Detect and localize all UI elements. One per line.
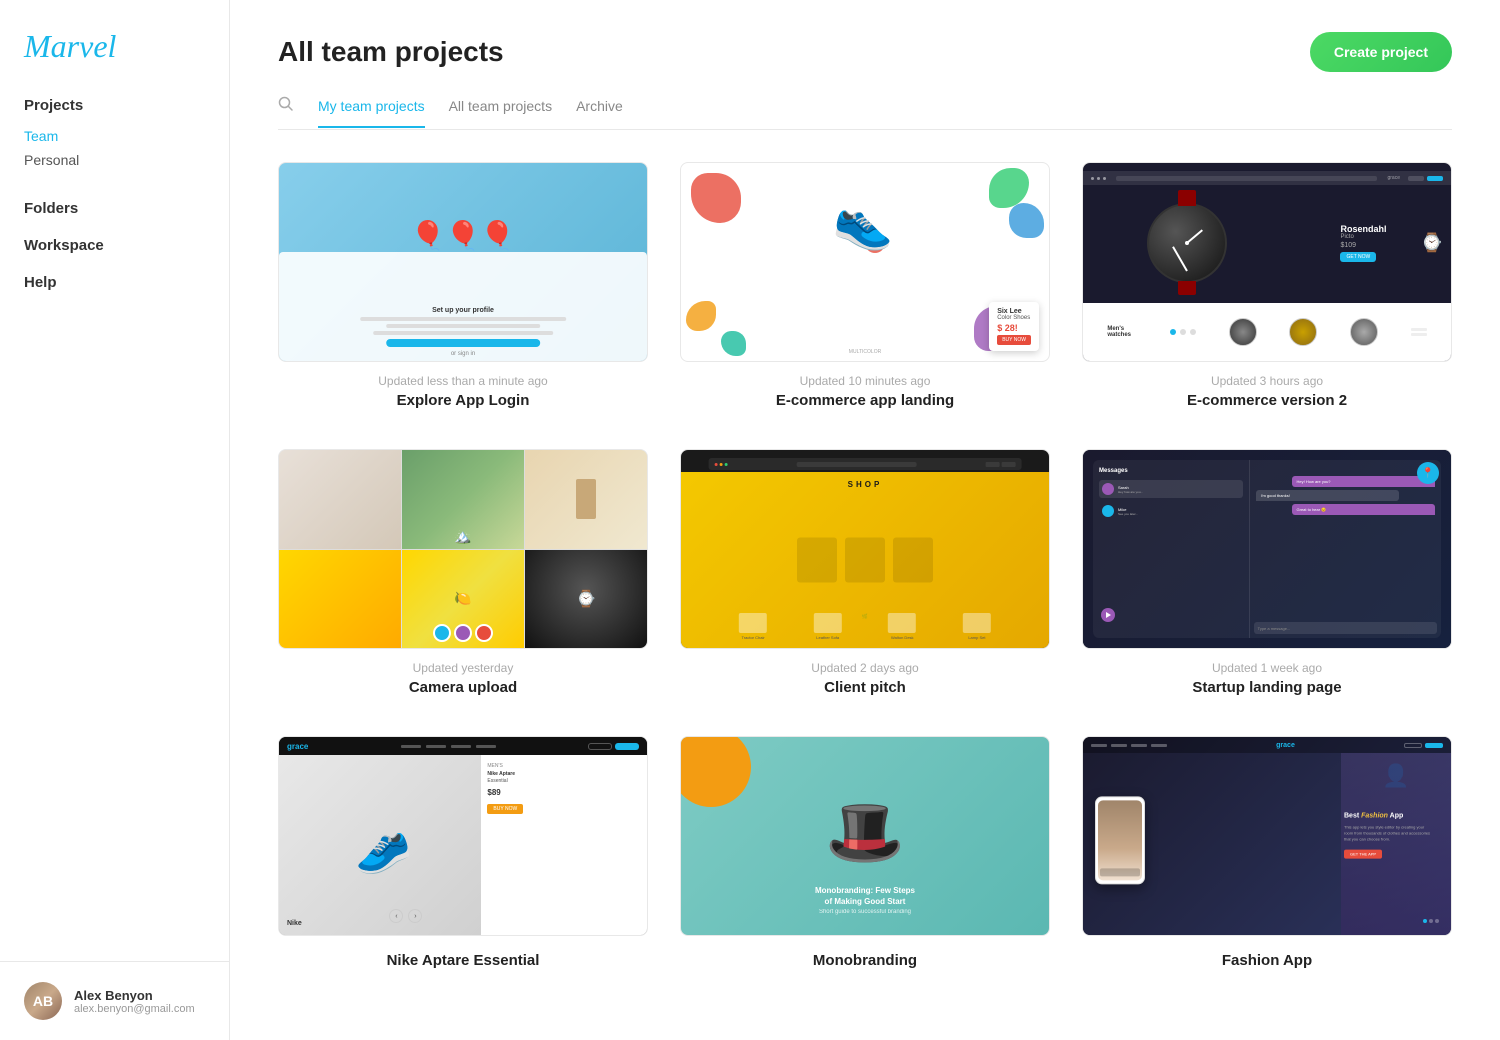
projects-grid: 🎈🎈🎈 Set up your profile or sign in Updat…	[278, 162, 1452, 969]
project-thumbnail: 🎩 Monobranding: Few Stepsof Making Good …	[680, 736, 1050, 936]
project-thumbnail: SHOP Tractor Chair Leather Sofa	[680, 449, 1050, 649]
logo[interactable]: Marvel	[0, 0, 229, 97]
project-updated: Updated 3 hours ago	[1082, 374, 1452, 388]
project-updated: Updated 2 days ago	[680, 661, 1050, 675]
project-card[interactable]: grace Best Fashion App This app lets you…	[1082, 736, 1452, 969]
project-name: Startup landing page	[1082, 679, 1452, 696]
avatar: AB	[24, 982, 62, 1020]
project-name: Nike Aptare Essential	[278, 952, 648, 969]
login-form-mockup: Set up your profile or sign in	[334, 307, 592, 357]
project-thumbnail: Messages Sarah Hey how are you...	[1082, 449, 1452, 649]
project-name: Client pitch	[680, 679, 1050, 696]
project-thumbnail: 🏔️ 🍋 ⌚	[278, 449, 648, 649]
sidebar-item-folders[interactable]: Folders	[0, 192, 229, 225]
project-card[interactable]: grace	[1082, 162, 1452, 409]
project-thumbnail: 🎈🎈🎈 Set up your profile or sign in	[278, 162, 648, 362]
project-thumbnail: grace	[1082, 162, 1452, 362]
project-name: E-commerce app landing	[680, 392, 1050, 409]
user-profile[interactable]: AB Alex Benyon alex.benyon@gmail.com	[0, 961, 229, 1040]
project-name: Camera upload	[278, 679, 648, 696]
project-updated: Updated 1 week ago	[1082, 661, 1452, 675]
project-name: Monobranding	[680, 952, 1050, 969]
project-updated: Updated less than a minute ago	[278, 374, 648, 388]
project-card[interactable]: Messages Sarah Hey how are you...	[1082, 449, 1452, 696]
balloon-icon: 🎈🎈🎈	[411, 219, 516, 252]
project-card[interactable]: 🎩 Monobranding: Few Stepsof Making Good …	[680, 736, 1050, 969]
project-card[interactable]: 🎈🎈🎈 Set up your profile or sign in Updat…	[278, 162, 648, 409]
project-thumbnail: grace 👟 Nike	[278, 736, 648, 936]
project-card[interactable]: 👟 Six Lee Color Shoes $ 28! BUY NOW MULT…	[680, 162, 1050, 409]
project-name: Explore App Login	[278, 392, 648, 409]
user-name: Alex Benyon	[74, 988, 195, 1003]
tabs-bar: My team projects All team projects Archi…	[278, 96, 1452, 130]
brand-name: Marvel	[24, 28, 116, 64]
main-content: All team projects Create project My team…	[230, 0, 1500, 1040]
projects-section-title: Projects	[24, 97, 205, 114]
search-icon[interactable]	[278, 96, 294, 129]
sidebar: Marvel Projects Team Personal Folders Wo…	[0, 0, 230, 1040]
project-card[interactable]: SHOP Tractor Chair Leather Sofa	[680, 449, 1050, 696]
project-thumbnail: 👟 Six Lee Color Shoes $ 28! BUY NOW MULT…	[680, 162, 1050, 362]
page-title: All team projects	[278, 36, 504, 68]
projects-section: Projects Team Personal	[0, 97, 229, 172]
sidebar-item-personal[interactable]: Personal	[24, 148, 205, 172]
project-name: Fashion App	[1082, 952, 1452, 969]
project-updated: Updated 10 minutes ago	[680, 374, 1050, 388]
create-project-button[interactable]: Create project	[1310, 32, 1452, 72]
tab-all-team-projects[interactable]: All team projects	[449, 98, 552, 128]
user-email: alex.benyon@gmail.com	[74, 1003, 195, 1015]
project-thumbnail: grace Best Fashion App This app lets you…	[1082, 736, 1452, 936]
project-name: E-commerce version 2	[1082, 392, 1452, 409]
main-header: All team projects Create project	[278, 32, 1452, 72]
tab-my-team-projects[interactable]: My team projects	[318, 98, 425, 128]
tab-archive[interactable]: Archive	[576, 98, 623, 128]
sidebar-item-workspace[interactable]: Workspace	[0, 229, 229, 262]
project-card[interactable]: 🏔️ 🍋 ⌚ Updated yesterday Camera upload	[278, 449, 648, 696]
project-card[interactable]: grace 👟 Nike	[278, 736, 648, 969]
sidebar-item-team[interactable]: Team	[24, 124, 205, 148]
project-updated: Updated yesterday	[278, 661, 648, 675]
sidebar-item-help[interactable]: Help	[0, 266, 229, 299]
